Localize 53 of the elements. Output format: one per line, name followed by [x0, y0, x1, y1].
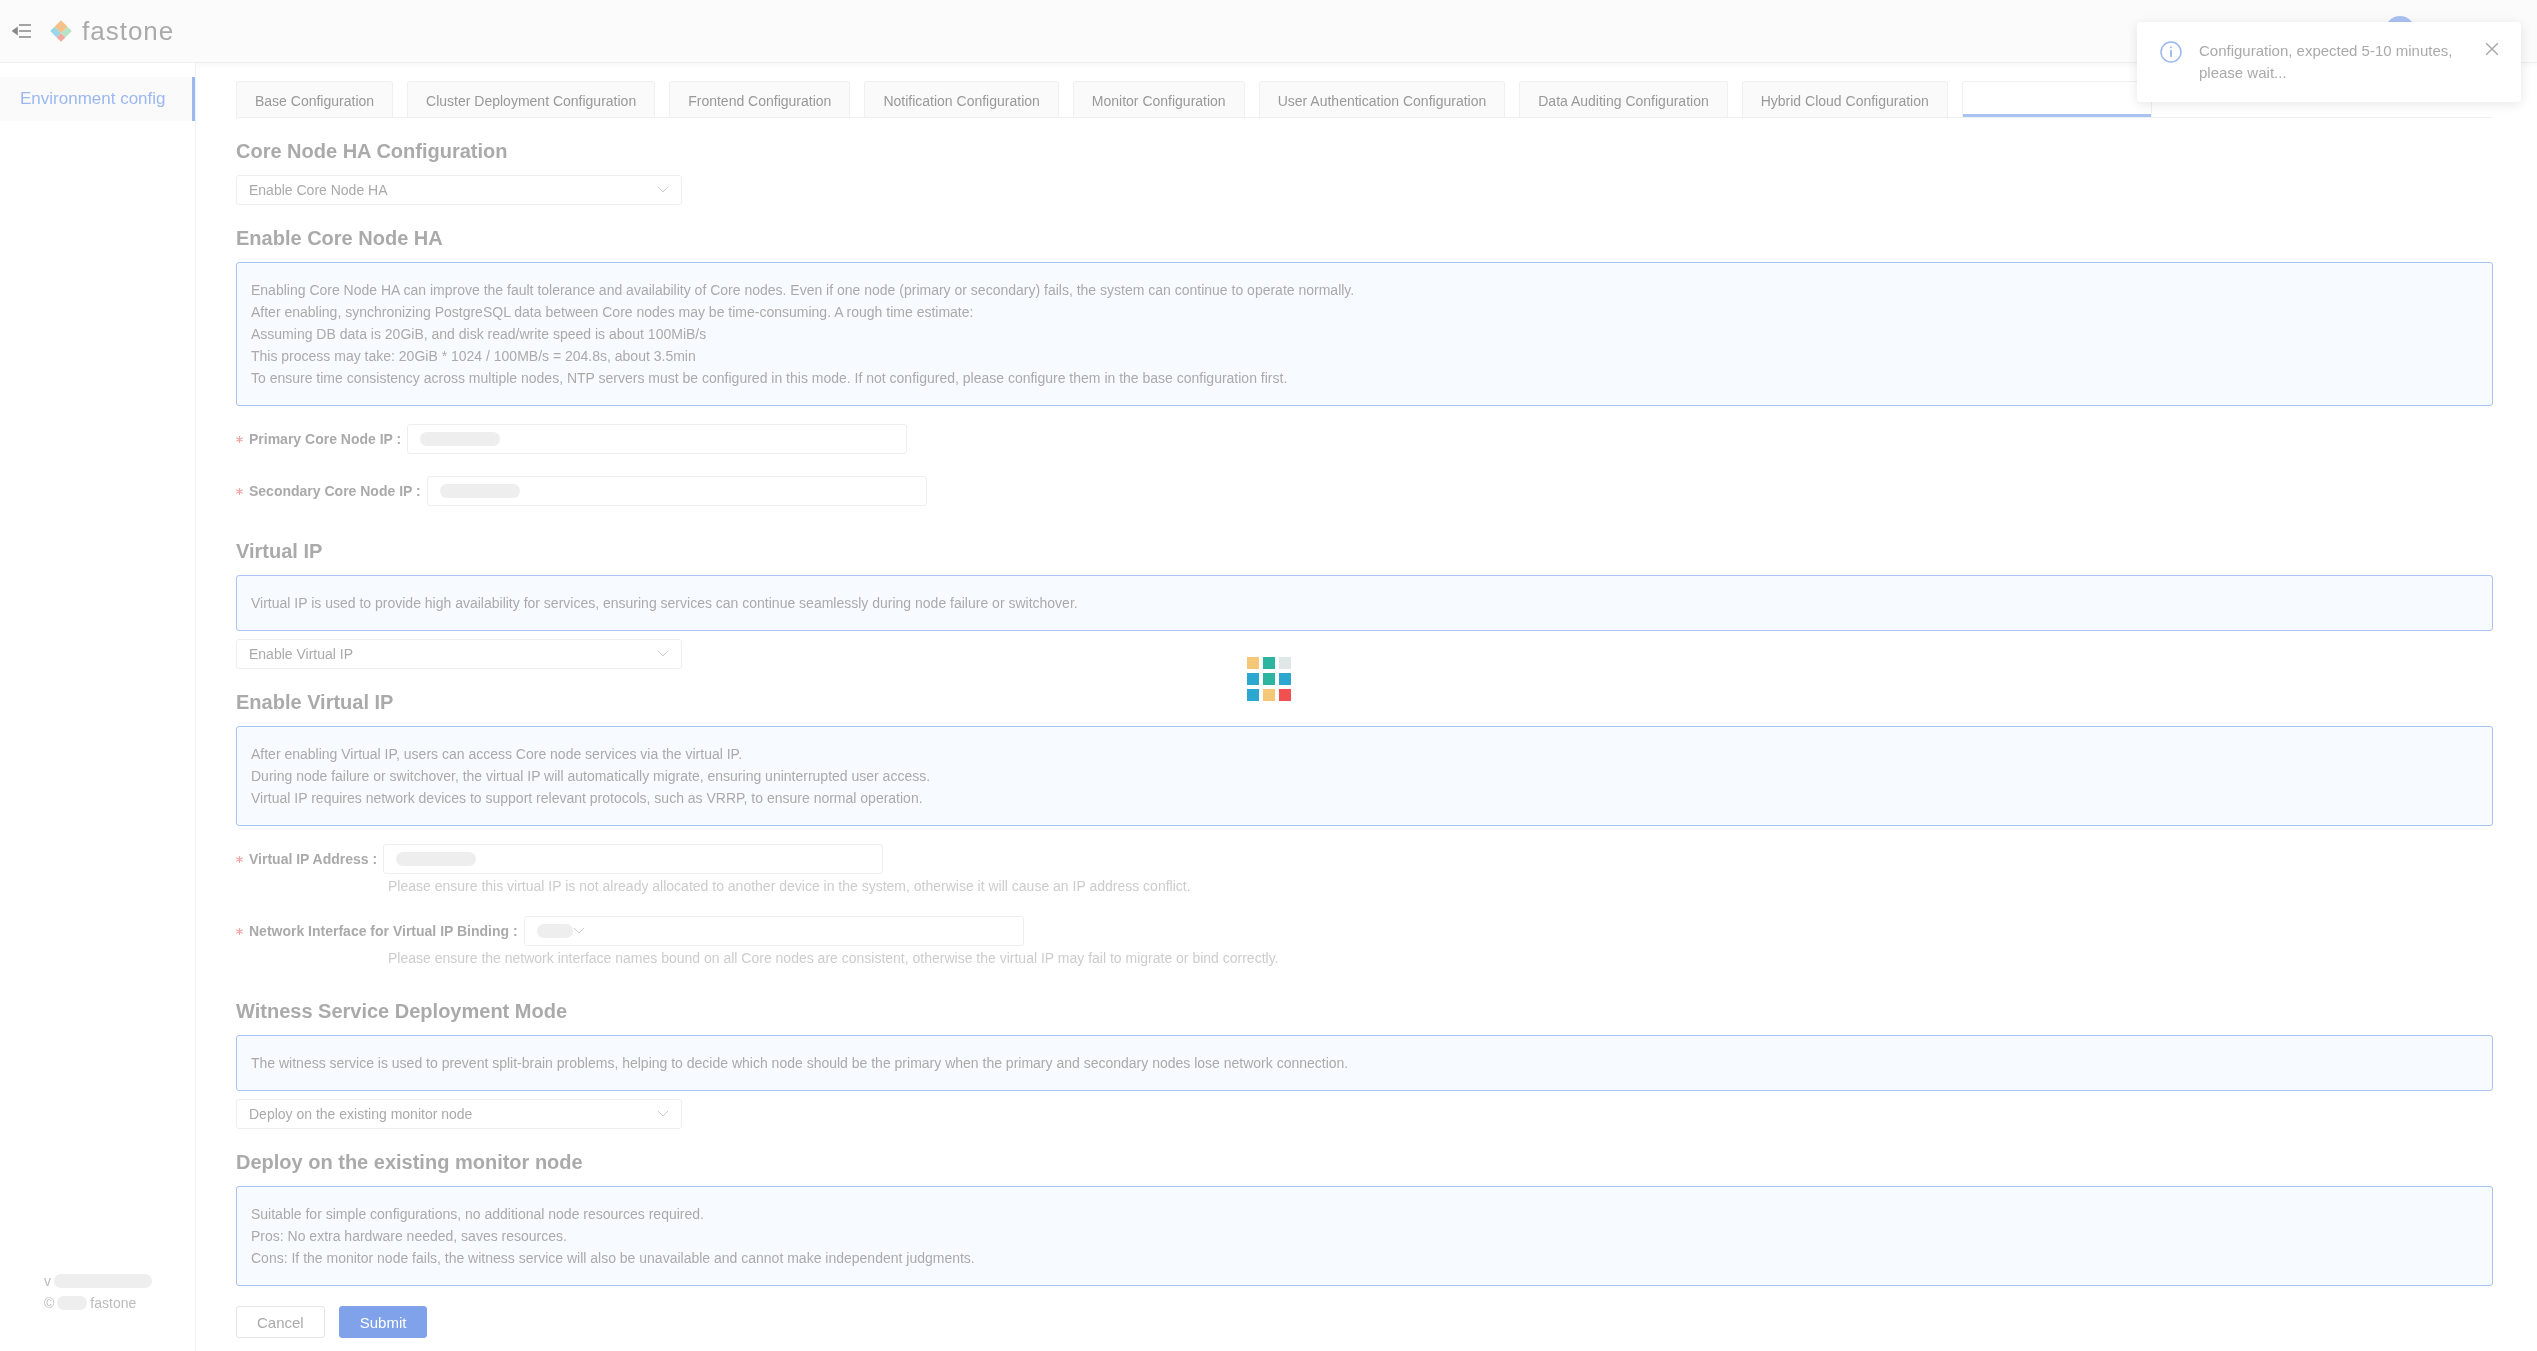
- config-tab[interactable]: Data Auditing Configuration: [1519, 81, 1728, 117]
- sidebar-item[interactable]: Environment config: [0, 77, 195, 121]
- info-text: To ensure time consistency across multiple nodes, NTP servers must be configured in this mode. If not configured, please configure them in the base configuration first.: [251, 369, 1289, 388]
- section-heading: Witness Service Deployment Mode: [236, 1000, 569, 1023]
- chevron-icon: [657, 650, 669, 658]
- info-icon: [2159, 40, 2183, 64]
- company-name: fastone: [90, 1295, 137, 1311]
- select-field[interactable]: Deploy on the existing monitor node: [236, 1099, 682, 1129]
- loading-icon: [1246, 656, 1292, 702]
- info-text: The witness service is used to prevent split-brain problems, helping to decide which node should be the primary when the primary and secondary nodes lose network connection.: [251, 1054, 1350, 1073]
- chevron-icon: [657, 1110, 669, 1118]
- info-text: Enabling Core Node HA can improve the fault tolerance and availability of Core nodes. Even if one node (primary or secondary) fails, the system can continue to operate normally.: [251, 281, 1356, 300]
- info-text: Virtual IP is used to provide high availability for services, ensuring services can continue seamlessly during node failure or switchover.: [251, 594, 1079, 613]
- field-label: Secondary Core Node IP :: [249, 483, 421, 499]
- info-text: Cons: If the monitor node fails, the witness service will also be unavailable and cannot make independent judgments.: [251, 1249, 976, 1268]
- version-text: v: [44, 1273, 51, 1289]
- chevron-icon: [657, 186, 669, 194]
- field-label: Network Interface for Virtual IP Binding :: [249, 923, 518, 939]
- section-heading: Virtual IP: [236, 540, 324, 563]
- cancel-button[interactable]: Cancel: [236, 1306, 325, 1338]
- select-field[interactable]: [523, 916, 1024, 946]
- config-tab[interactable]: Monitor Configuration: [1072, 81, 1245, 117]
- menu-icon[interactable]: [12, 23, 32, 39]
- config-tab[interactable]: Base Configuration: [236, 81, 394, 117]
- select-field[interactable]: Enable Virtual IP: [236, 639, 682, 669]
- config-tab[interactable]: Hybrid Cloud Configuration: [1741, 81, 1948, 117]
- section-heading: Deploy on the existing monitor node: [236, 1151, 584, 1174]
- info-text: After enabling, synchronizing PostgreSQL data between Core nodes may be time-consuming. A rough time estimate:: [251, 303, 975, 322]
- info-text: This process may take: 20GiB * 1024 / 100MB/s = 204.8s, about 3.5min: [251, 347, 697, 366]
- field-label: Virtual IP Address :: [249, 851, 378, 867]
- config-tab[interactable]: Frontend Configuration: [669, 81, 851, 117]
- info-text: After enabling Virtual IP, users can access Core node services via the virtual IP.: [251, 745, 744, 764]
- toast-message: Configuration, expected 5-10 minutes, please wait...: [2199, 41, 2454, 83]
- brand-name: fastone: [82, 15, 175, 47]
- info-text: Pros: No extra hardware needed, saves resources.: [251, 1227, 568, 1246]
- blurred-value: [536, 924, 573, 938]
- field-label: Primary Core Node IP :: [249, 431, 402, 447]
- info-text: Suitable for simple configurations, no additional node resources required.: [251, 1205, 705, 1224]
- chevron-icon: [572, 927, 585, 935]
- config-tab[interactable]: User Authentication Configuration: [1258, 81, 1506, 117]
- close-icon[interactable]: [2485, 42, 2499, 56]
- section-heading: Enable Core Node HA: [236, 227, 444, 250]
- logo-icon: [48, 18, 74, 44]
- config-tab[interactable]: [1961, 81, 2152, 117]
- section-heading: Core Node HA Configuration: [236, 140, 509, 163]
- info-text: During node failure or switchover, the virtual IP will automatically migrate, ensuring uninterrupted user access.: [251, 767, 932, 786]
- info-text: Virtual IP requires network devices to support relevant protocols, such as VRRP, to ensure normal operation.: [251, 789, 924, 808]
- copyright-symbol: ©: [44, 1295, 55, 1311]
- config-tab[interactable]: Notification Configuration: [864, 81, 1059, 117]
- section-heading: Enable Virtual IP: [236, 691, 395, 714]
- config-tab[interactable]: Cluster Deployment Configuration: [407, 81, 656, 117]
- info-text: Assuming DB data is 20GiB, and disk read/write speed is about 100MiB/s: [251, 325, 708, 344]
- select-field[interactable]: Enable Core Node HA: [236, 175, 682, 205]
